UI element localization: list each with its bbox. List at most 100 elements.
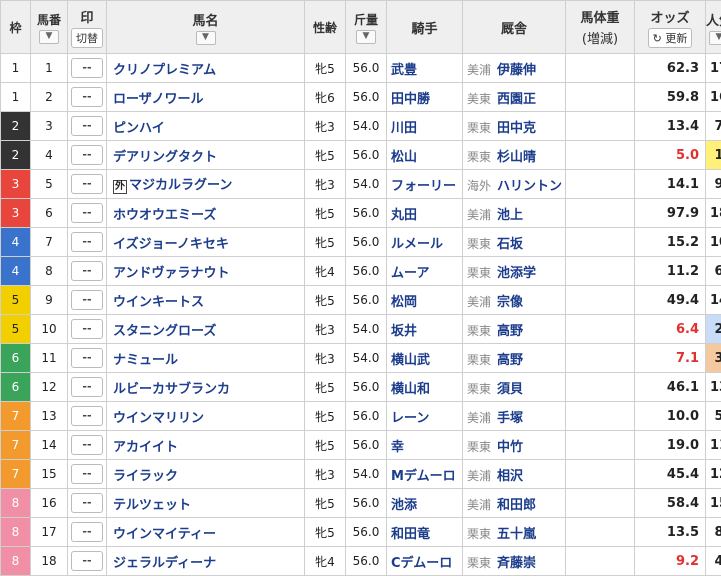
header-weight[interactable]: 斤量 ▼ — [346, 1, 387, 54]
trainer-link[interactable]: 高野 — [497, 324, 523, 339]
trainer-link[interactable]: 池添学 — [497, 266, 536, 281]
horse-name-cell: ウインマイティー — [107, 518, 305, 547]
horse-name-link[interactable]: ピンハイ — [113, 121, 165, 136]
waku-cell: 7 — [1, 460, 31, 489]
jockey-link[interactable]: 丸田 — [387, 199, 463, 228]
mark-select-button[interactable]: -- — [71, 464, 103, 484]
weight-cell: 56.0 — [346, 257, 387, 286]
jockey-link[interactable]: 池添 — [387, 489, 463, 518]
mark-select-button[interactable]: -- — [71, 116, 103, 136]
trainer-link[interactable]: 杉山晴 — [497, 150, 536, 165]
mark-select-button[interactable]: -- — [71, 290, 103, 310]
jockey-link[interactable]: 和田竜 — [387, 518, 463, 547]
header-popularity[interactable]: 人気 ▼ — [706, 1, 721, 54]
horse-name-cell: ウインマリリン — [107, 402, 305, 431]
horse-name-link[interactable]: スタニングローズ — [113, 324, 216, 339]
trainer-link[interactable]: ハリントン — [497, 179, 562, 194]
mark-select-button[interactable]: -- — [71, 58, 103, 78]
table-row: 47--イズジョーノキセキ牝556.0ルメール栗東石坂15.210 — [1, 228, 721, 257]
jockey-link[interactable]: 武豊 — [387, 54, 463, 83]
jockey-link[interactable]: 松岡 — [387, 286, 463, 315]
mark-select-button[interactable]: -- — [71, 145, 103, 165]
mark-select-button[interactable]: -- — [71, 261, 103, 281]
horse-name-link[interactable]: ウインキートス — [113, 295, 204, 310]
trainer-link[interactable]: 手塚 — [497, 411, 523, 426]
mark-select-button[interactable]: -- — [71, 377, 103, 397]
popularity-cell: 16 — [706, 83, 721, 112]
jockey-link[interactable]: Mデムーロ — [387, 460, 463, 489]
jockey-link[interactable]: 横山和 — [387, 373, 463, 402]
umaban-cell: 3 — [31, 112, 68, 141]
trainer-link[interactable]: 田中克 — [497, 121, 536, 136]
horse-name-link[interactable]: ホウオウエミーズ — [113, 208, 216, 223]
trainer-link[interactable]: 須貝 — [497, 382, 523, 397]
trainer-link[interactable]: 石坂 — [497, 237, 523, 252]
horse-name-link[interactable]: ナミュール — [113, 353, 178, 368]
sex-age-cell: 牝6 — [305, 83, 346, 112]
trainer-link[interactable]: 伊藤伸 — [497, 63, 536, 78]
horse-name-link[interactable]: マジカルラグーン — [129, 178, 232, 193]
horse-name-link[interactable]: ウインマリリン — [113, 411, 204, 426]
odds-cell: 5.0 — [635, 141, 706, 170]
jockey-link[interactable]: 松山 — [387, 141, 463, 170]
horse-name-link[interactable]: アンドヴァラナウト — [113, 266, 229, 281]
chevron-down-icon[interactable]: ▼ — [39, 30, 59, 44]
header-name[interactable]: 馬名 ▼ — [107, 1, 305, 54]
mark-select-button[interactable]: -- — [71, 87, 103, 107]
trainer-link[interactable]: 相沢 — [497, 469, 523, 484]
horse-name-link[interactable]: テルツェット — [113, 498, 191, 513]
body-weight-cell — [566, 402, 635, 431]
jockey-link[interactable]: 坂井 — [387, 315, 463, 344]
horse-name-link[interactable]: アカイイト — [113, 440, 178, 455]
jockey-link[interactable]: フォーリー — [387, 170, 463, 199]
horse-name-link[interactable]: ローザノワール — [113, 92, 203, 107]
mark-select-button[interactable]: -- — [71, 493, 103, 513]
chevron-down-icon[interactable]: ▼ — [196, 31, 216, 45]
horse-name-link[interactable]: ウインマイティー — [113, 527, 216, 542]
mark-select-button[interactable]: -- — [71, 435, 103, 455]
mark-select-button[interactable]: -- — [71, 174, 103, 194]
trainer-link[interactable]: 中竹 — [497, 440, 523, 455]
trainer-link[interactable]: 和田郎 — [497, 498, 536, 513]
jockey-link[interactable]: 川田 — [387, 112, 463, 141]
horse-name-link[interactable]: ライラック — [113, 469, 178, 484]
jockey-link[interactable]: レーン — [387, 402, 463, 431]
horse-name-link[interactable]: デアリングタクト — [113, 150, 217, 165]
mark-select-button[interactable]: -- — [71, 406, 103, 426]
trainer-link[interactable]: 五十嵐 — [497, 527, 536, 542]
table-row: 714--アカイイト牝556.0幸栗東中竹19.011 — [1, 431, 721, 460]
race-entry-table: 枠 馬番 ▼ 印 切替 馬名 ▼ 性齢 — [0, 0, 721, 576]
popularity-cell: 18 — [706, 199, 721, 228]
jockey-link[interactable]: ムーア — [387, 257, 463, 286]
jockey-link[interactable]: 横山武 — [387, 344, 463, 373]
jockey-link[interactable]: ルメール — [387, 228, 463, 257]
jockey-link[interactable]: 田中勝 — [387, 83, 463, 112]
refresh-odds-button[interactable]: ↻ 更新 — [648, 28, 693, 48]
waku-cell: 7 — [1, 431, 31, 460]
mark-select-button[interactable]: -- — [71, 319, 103, 339]
mark-select-button[interactable]: -- — [71, 203, 103, 223]
chevron-down-icon[interactable]: ▼ — [709, 31, 721, 45]
jockey-link[interactable]: 幸 — [387, 431, 463, 460]
trainer-link[interactable]: 池上 — [497, 208, 523, 223]
mark-select-button[interactable]: -- — [71, 522, 103, 542]
horse-name-link[interactable]: クリノプレミアム — [113, 63, 216, 78]
waku-cell: 4 — [1, 228, 31, 257]
horse-name-link[interactable]: ルビーカサブランカ — [113, 382, 230, 397]
horse-name-link[interactable]: ジェラルディーナ — [113, 556, 216, 571]
mark-select-button[interactable]: -- — [71, 551, 103, 571]
horse-name-link[interactable]: イズジョーノキセキ — [113, 237, 229, 252]
mark-select-button[interactable]: -- — [71, 232, 103, 252]
stable-cell: 栗東杉山晴 — [463, 141, 566, 170]
trainer-link[interactable]: 斉藤崇 — [497, 556, 536, 571]
mark-toggle-button[interactable]: 切替 — [71, 28, 103, 48]
sex-age-cell: 牝5 — [305, 141, 346, 170]
trainer-link[interactable]: 宗像 — [497, 295, 523, 310]
chevron-down-icon[interactable]: ▼ — [356, 30, 376, 44]
jockey-link[interactable]: Cデムーロ — [387, 547, 463, 576]
weight-cell: 56.0 — [346, 489, 387, 518]
trainer-link[interactable]: 西園正 — [497, 92, 536, 107]
mark-select-button[interactable]: -- — [71, 348, 103, 368]
header-umaban[interactable]: 馬番 ▼ — [31, 1, 68, 54]
trainer-link[interactable]: 高野 — [497, 353, 523, 368]
